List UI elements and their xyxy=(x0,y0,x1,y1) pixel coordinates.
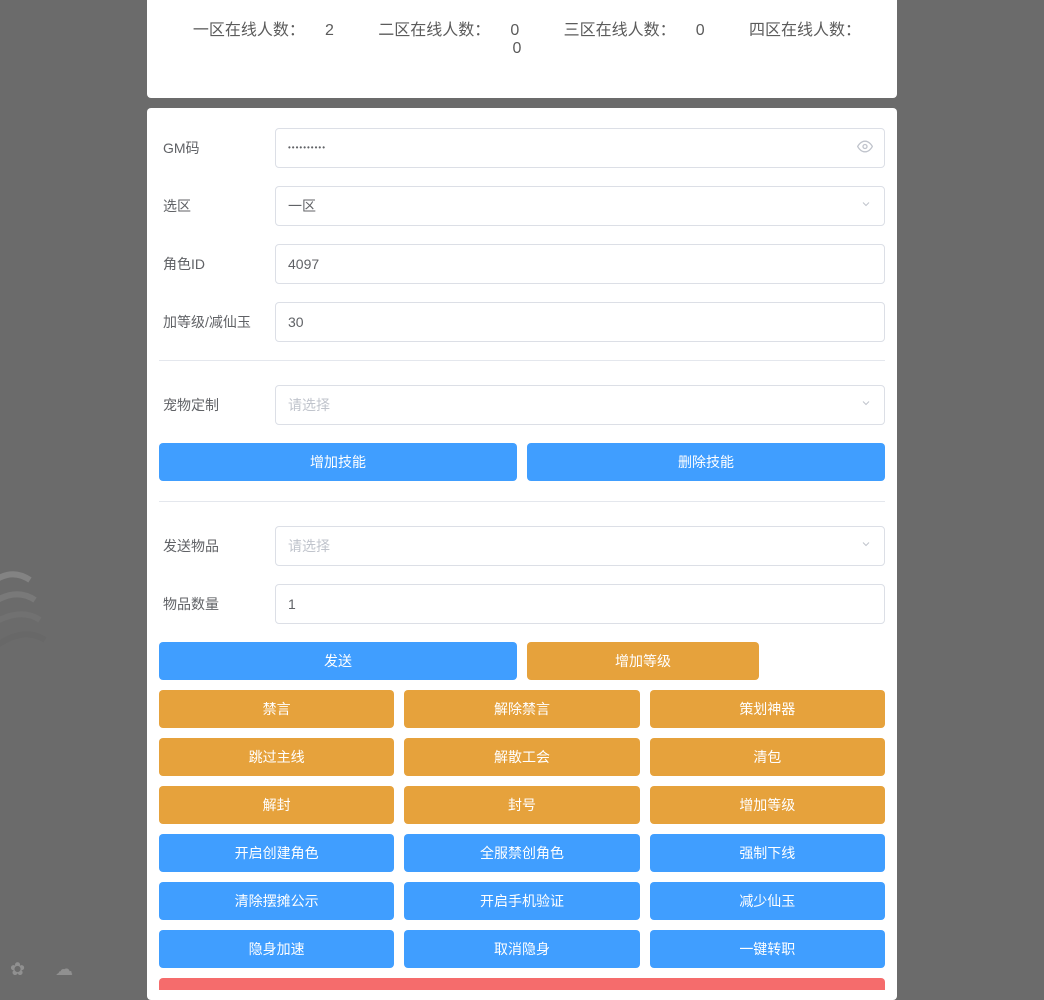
cloud-icon: ☁ xyxy=(55,959,73,980)
unban-button[interactable]: 解封 xyxy=(159,786,394,824)
eye-icon[interactable] xyxy=(857,139,873,158)
disband-guild-button[interactable]: 解散工会 xyxy=(404,738,639,776)
itemcount-label: 物品数量 xyxy=(159,594,275,614)
gmcode-input[interactable] xyxy=(275,128,885,168)
senditem-select[interactable]: 请选择 xyxy=(275,526,885,566)
plan-artifact-button[interactable]: 策划神器 xyxy=(650,690,885,728)
stealth-speed-button[interactable]: 隐身加速 xyxy=(159,930,394,968)
roleid-label: 角色ID xyxy=(159,254,275,274)
clear-bag-button[interactable]: 清包 xyxy=(650,738,885,776)
online-stats-bar: 一区在线人数：2 二区在线人数：0 三区在线人数：0 四区在线人数：0 xyxy=(147,0,897,98)
itemcount-input[interactable] xyxy=(275,584,885,624)
cancel-stealth-button[interactable]: 取消隐身 xyxy=(404,930,639,968)
one-click-transfer-button[interactable]: 一键转职 xyxy=(650,930,885,968)
footprint-icon: ✿ xyxy=(10,959,25,980)
force-offline-button[interactable]: 强制下线 xyxy=(650,834,885,872)
level-input[interactable] xyxy=(275,302,885,342)
zone-select[interactable]: 一区 xyxy=(275,186,885,226)
pet-select[interactable]: 请选择 xyxy=(275,385,885,425)
chevron-down-icon xyxy=(860,526,872,566)
chevron-down-icon xyxy=(860,385,872,425)
pet-select-placeholder: 请选择 xyxy=(288,385,330,425)
pet-label: 宠物定制 xyxy=(159,395,275,415)
clear-stall-notice-button[interactable]: 清除摆摊公示 xyxy=(159,882,394,920)
ban-button[interactable]: 封号 xyxy=(404,786,639,824)
divider xyxy=(159,501,885,502)
level-label: 加等级/减仙玉 xyxy=(159,312,275,332)
red-action-button[interactable] xyxy=(159,978,885,990)
del-skill-button[interactable]: 删除技能 xyxy=(527,443,885,481)
send-button[interactable]: 发送 xyxy=(159,642,517,680)
gmcode-label: GM码 xyxy=(159,138,275,158)
enable-phone-verify-button[interactable]: 开启手机验证 xyxy=(404,882,639,920)
enable-create-role-button[interactable]: 开启创建角色 xyxy=(159,834,394,872)
skip-main-button[interactable]: 跳过主线 xyxy=(159,738,394,776)
reduce-jade-button[interactable]: 减少仙玉 xyxy=(650,882,885,920)
admin-form-panel: GM码 选区 一区 角色ID xyxy=(147,108,897,1000)
chevron-down-icon xyxy=(860,186,872,226)
unmute-button[interactable]: 解除禁言 xyxy=(404,690,639,728)
senditem-label: 发送物品 xyxy=(159,536,275,556)
add-level-button-2[interactable]: 增加等级 xyxy=(650,786,885,824)
zone-label: 选区 xyxy=(159,196,275,216)
global-disable-create-button[interactable]: 全服禁创角色 xyxy=(404,834,639,872)
add-skill-button[interactable]: 增加技能 xyxy=(159,443,517,481)
add-level-button[interactable]: 增加等级 xyxy=(527,642,759,680)
mute-button[interactable]: 禁言 xyxy=(159,690,394,728)
senditem-select-placeholder: 请选择 xyxy=(288,526,330,566)
zone-select-value: 一区 xyxy=(288,186,316,226)
background-decoration xyxy=(0,520,80,700)
divider xyxy=(159,360,885,361)
watermark-icons: ✿ ☁ xyxy=(10,959,73,980)
roleid-input[interactable] xyxy=(275,244,885,284)
